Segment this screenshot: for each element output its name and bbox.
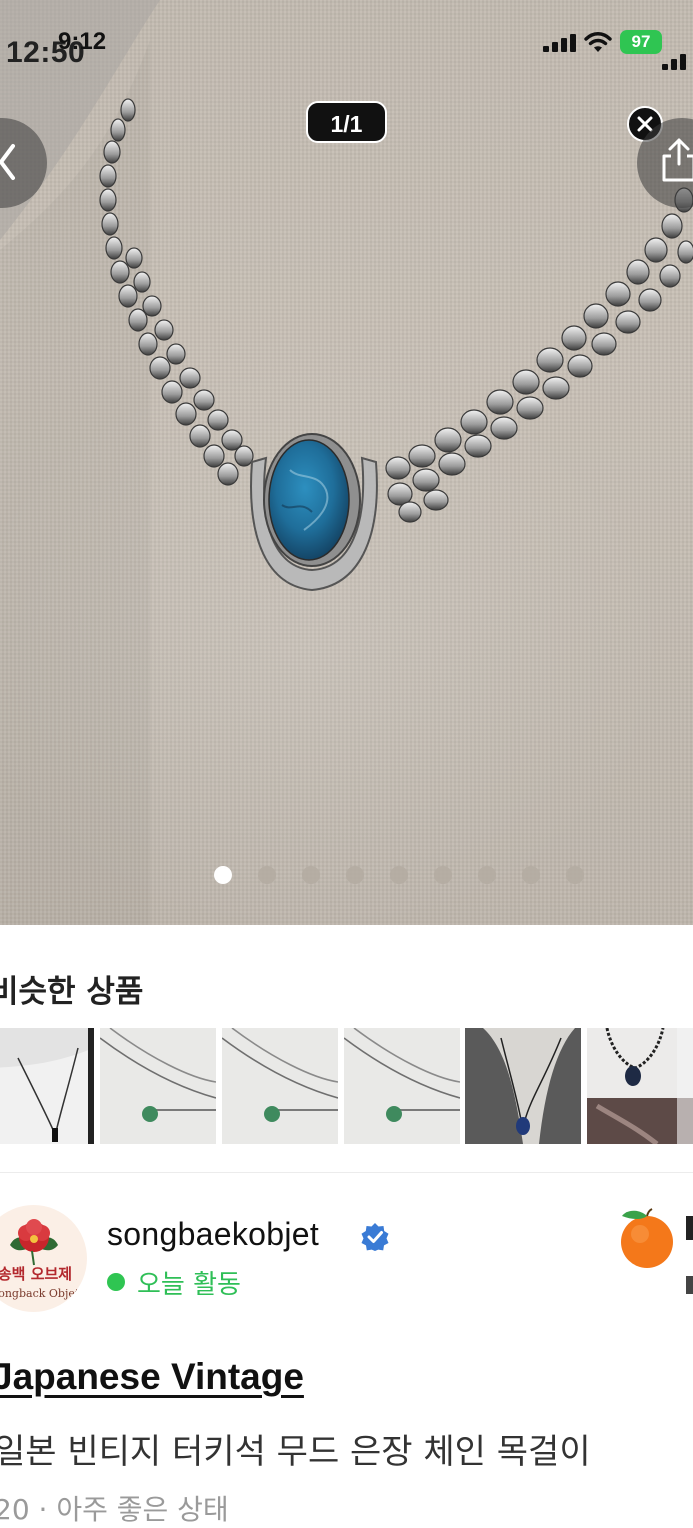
orange-fruit-icon bbox=[621, 1208, 673, 1268]
similar-product-thumb[interactable] bbox=[0, 1028, 94, 1144]
product-meta: 20 · 아주 좋은 상태 bbox=[0, 1493, 229, 1526]
similar-product-thumb[interactable] bbox=[587, 1028, 693, 1144]
similar-product-thumb[interactable] bbox=[222, 1028, 338, 1144]
similar-products-carousel[interactable] bbox=[0, 1028, 693, 1144]
battery-indicator: 97 bbox=[620, 30, 662, 54]
status-time-overlay: 9:12 bbox=[58, 28, 107, 55]
avatar-brand-english: Songback Objet bbox=[0, 1287, 80, 1300]
product-photo[interactable]: 12:50 9:12 97 1/1 bbox=[0, 0, 693, 925]
section-divider bbox=[0, 1172, 693, 1173]
image-pagination bbox=[214, 866, 584, 884]
wifi-icon bbox=[584, 32, 612, 52]
pagination-dot[interactable] bbox=[302, 866, 320, 884]
pagination-dot-active[interactable] bbox=[214, 866, 232, 884]
pagination-dot[interactable] bbox=[566, 866, 584, 884]
product-title[interactable]: Japanese Vintage bbox=[0, 1356, 304, 1398]
similar-product-thumb[interactable] bbox=[465, 1028, 581, 1144]
cut-off-text bbox=[686, 1216, 693, 1240]
product-subtitle: 일본 빈티지 터키석 무드 은장 체인 목걸이 bbox=[0, 1432, 591, 1472]
pagination-dot[interactable] bbox=[390, 866, 408, 884]
chevron-left-icon bbox=[0, 144, 15, 180]
similar-product-thumb[interactable] bbox=[100, 1028, 216, 1144]
product-thumbnail-image bbox=[465, 1028, 581, 1144]
pagination-dot[interactable] bbox=[434, 866, 452, 884]
pagination-dot[interactable] bbox=[522, 866, 540, 884]
product-thumbnail-image bbox=[587, 1028, 693, 1144]
product-thumbnail-image bbox=[344, 1028, 460, 1144]
camellia-logo-icon bbox=[10, 1219, 58, 1266]
seller-avatar[interactable]: 송백 오브제 Songback Objet bbox=[0, 1205, 87, 1312]
pagination-dot[interactable] bbox=[258, 866, 276, 884]
seller-name[interactable]: songbaekobjet bbox=[107, 1216, 319, 1253]
cut-off-text bbox=[686, 1276, 693, 1294]
similar-product-thumb[interactable] bbox=[344, 1028, 460, 1144]
avatar-brand-korean: 송백 오브제 bbox=[0, 1265, 73, 1283]
share-icon bbox=[662, 138, 693, 182]
product-thumbnail-image bbox=[222, 1028, 338, 1144]
product-thumbnail-image bbox=[0, 1028, 94, 1144]
cellular-signal-icon bbox=[543, 34, 577, 52]
seller-activity-status: 오늘 활동 bbox=[137, 1270, 241, 1300]
similar-products-heading: 비슷한 상품 bbox=[0, 974, 144, 1010]
battery-level: 97 bbox=[631, 32, 651, 51]
pagination-dot[interactable] bbox=[478, 866, 496, 884]
cellular-signal-icon-overlay bbox=[662, 52, 693, 70]
image-counter: 1/1 bbox=[306, 101, 387, 143]
verified-badge-icon bbox=[361, 1223, 389, 1251]
pagination-dot[interactable] bbox=[346, 866, 364, 884]
product-thumbnail-image bbox=[100, 1028, 216, 1144]
activity-status-dot bbox=[107, 1273, 125, 1291]
